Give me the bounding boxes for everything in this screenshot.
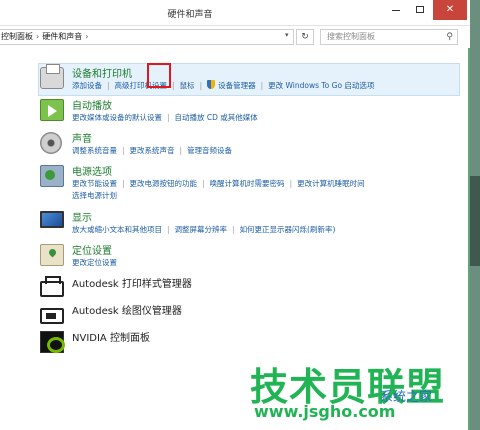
link-add-device[interactable]: 添加设备	[72, 81, 102, 90]
category-title[interactable]: 显示	[72, 209, 92, 224]
uac-shield-icon	[207, 80, 216, 89]
power-icon[interactable]	[40, 165, 64, 187]
maximize-icon	[416, 5, 424, 13]
link-power-button[interactable]: 更改电源按钮的功能	[130, 179, 198, 188]
item-label: NVIDIA 控制面板	[72, 333, 150, 344]
link-device-manager[interactable]: 设备管理器	[218, 81, 256, 90]
divider: |	[260, 81, 264, 90]
breadcrumb-chevron-icon: ›	[85, 32, 89, 41]
breadcrumb-separator-icon: ›	[36, 32, 40, 41]
divider: |	[199, 81, 203, 90]
link-autoplay-cd[interactable]: 自动播放 CD 或其他媒体	[175, 113, 258, 122]
link-location-settings[interactable]: 更改定位设置	[72, 258, 117, 267]
search-placeholder: 搜索控制面板	[327, 32, 375, 41]
divider: |	[172, 81, 175, 90]
divider: |	[122, 146, 125, 155]
address-dropdown-icon[interactable]: ▾	[285, 31, 289, 39]
link-refresh-rate[interactable]: 如何更正显示器闪烁(刷新率)	[240, 225, 336, 234]
breadcrumb-hardware-sound[interactable]: 硬件和声音	[42, 32, 82, 41]
minimize-button[interactable]	[384, 0, 408, 20]
annotation-red-box	[147, 63, 171, 88]
category-links-line2: 选择电源计划	[72, 190, 117, 201]
watermark-site: www.jsgho.com	[254, 402, 396, 421]
maximize-button[interactable]	[408, 0, 432, 20]
breadcrumb[interactable]: 控制面板 › 硬件和声音 ›	[0, 29, 294, 45]
category-links: 添加设备 | 高级打印机设置 | 鼠标 | 设备管理器 | 更改 Windows To Go 启…	[72, 80, 374, 91]
category-links: 更改节能设置 | 更改电源按钮的功能 | 唤醒计算机时需要密码 | 更改计算机睡眠时间	[72, 178, 365, 189]
divider: |	[289, 179, 293, 188]
refresh-button[interactable]: ↻	[296, 29, 314, 45]
link-system-volume[interactable]: 调整系统音量	[72, 146, 117, 155]
item-label: Autodesk 打印样式管理器	[72, 279, 192, 290]
location-icon[interactable]	[40, 244, 64, 266]
divider: |	[167, 225, 170, 234]
link-default-media[interactable]: 更改媒体或设备的默认设置	[72, 113, 162, 122]
link-sleep-time[interactable]: 更改计算机睡眠时间	[297, 179, 365, 188]
item-autodesk-plotter[interactable]: Autodesk 绘图仪管理器	[40, 302, 465, 326]
search-icon: ⚲	[446, 32, 453, 42]
category-title[interactable]: 电源选项	[72, 163, 112, 178]
title-bar: 硬件和声音 ✕	[0, 0, 470, 26]
close-button[interactable]: ✕	[433, 0, 467, 20]
refresh-icon: ↻	[301, 32, 309, 42]
divider: |	[202, 179, 205, 188]
breadcrumb-control-panel[interactable]: 控制面板	[1, 32, 33, 41]
divider: |	[167, 113, 170, 122]
divider: |	[122, 179, 125, 188]
divider: |	[107, 81, 110, 90]
divider: |	[232, 225, 235, 234]
printer-icon[interactable]	[40, 64, 64, 89]
link-system-sounds[interactable]: 更改系统声音	[130, 146, 175, 155]
category-links: 调整系统音量 | 更改系统声音 | 管理音频设备	[72, 145, 232, 156]
link-power-plan[interactable]: 选择电源计划	[72, 191, 117, 200]
autoplay-icon[interactable]	[40, 99, 64, 121]
speaker-icon[interactable]	[40, 132, 62, 154]
link-mouse[interactable]: 鼠标	[180, 81, 195, 90]
divider: |	[179, 146, 183, 155]
printer-icon	[40, 276, 64, 297]
plotter-icon	[40, 308, 64, 324]
close-icon: ✕	[445, 4, 455, 15]
item-nvidia-control-panel[interactable]: NVIDIA 控制面板	[40, 329, 465, 353]
nvidia-icon	[40, 331, 65, 353]
link-resolution[interactable]: 调整屏幕分辨率	[175, 225, 228, 234]
category-title[interactable]: 设备和打印机	[72, 65, 132, 80]
category-links: 更改媒体或设备的默认设置 | 自动播放 CD 或其他媒体	[72, 112, 258, 123]
item-label: Autodesk 绘图仪管理器	[72, 306, 182, 317]
item-autodesk-print-styles[interactable]: Autodesk 打印样式管理器	[40, 275, 465, 299]
link-windows-to-go[interactable]: 更改 Windows To Go 启动选项	[268, 81, 374, 90]
category-links: 更改定位设置	[72, 257, 117, 268]
search-input[interactable]: 搜索控制面板 ⚲	[320, 29, 458, 45]
category-title[interactable]: 声音	[72, 130, 92, 145]
link-text-size[interactable]: 放大或缩小文本和其他项目	[72, 225, 162, 234]
link-wake-password[interactable]: 唤醒计算机时需要密码	[210, 179, 285, 188]
category-links: 放大或缩小文本和其他项目 | 调整屏幕分辨率 | 如何更正显示器闪烁(刷新率)	[72, 224, 335, 235]
address-row: 控制面板 › 硬件和声音 › ▾ ↻ 搜索控制面板 ⚲	[0, 26, 470, 48]
link-power-saving[interactable]: 更改节能设置	[72, 179, 117, 188]
monitor-icon[interactable]	[40, 211, 64, 228]
window-title: 硬件和声音	[167, 10, 213, 20]
minimize-icon	[392, 9, 400, 11]
category-title[interactable]: 自动播放	[72, 97, 112, 112]
category-title[interactable]: 定位设置	[72, 242, 112, 257]
link-audio-devices[interactable]: 管理音频设备	[187, 146, 232, 155]
